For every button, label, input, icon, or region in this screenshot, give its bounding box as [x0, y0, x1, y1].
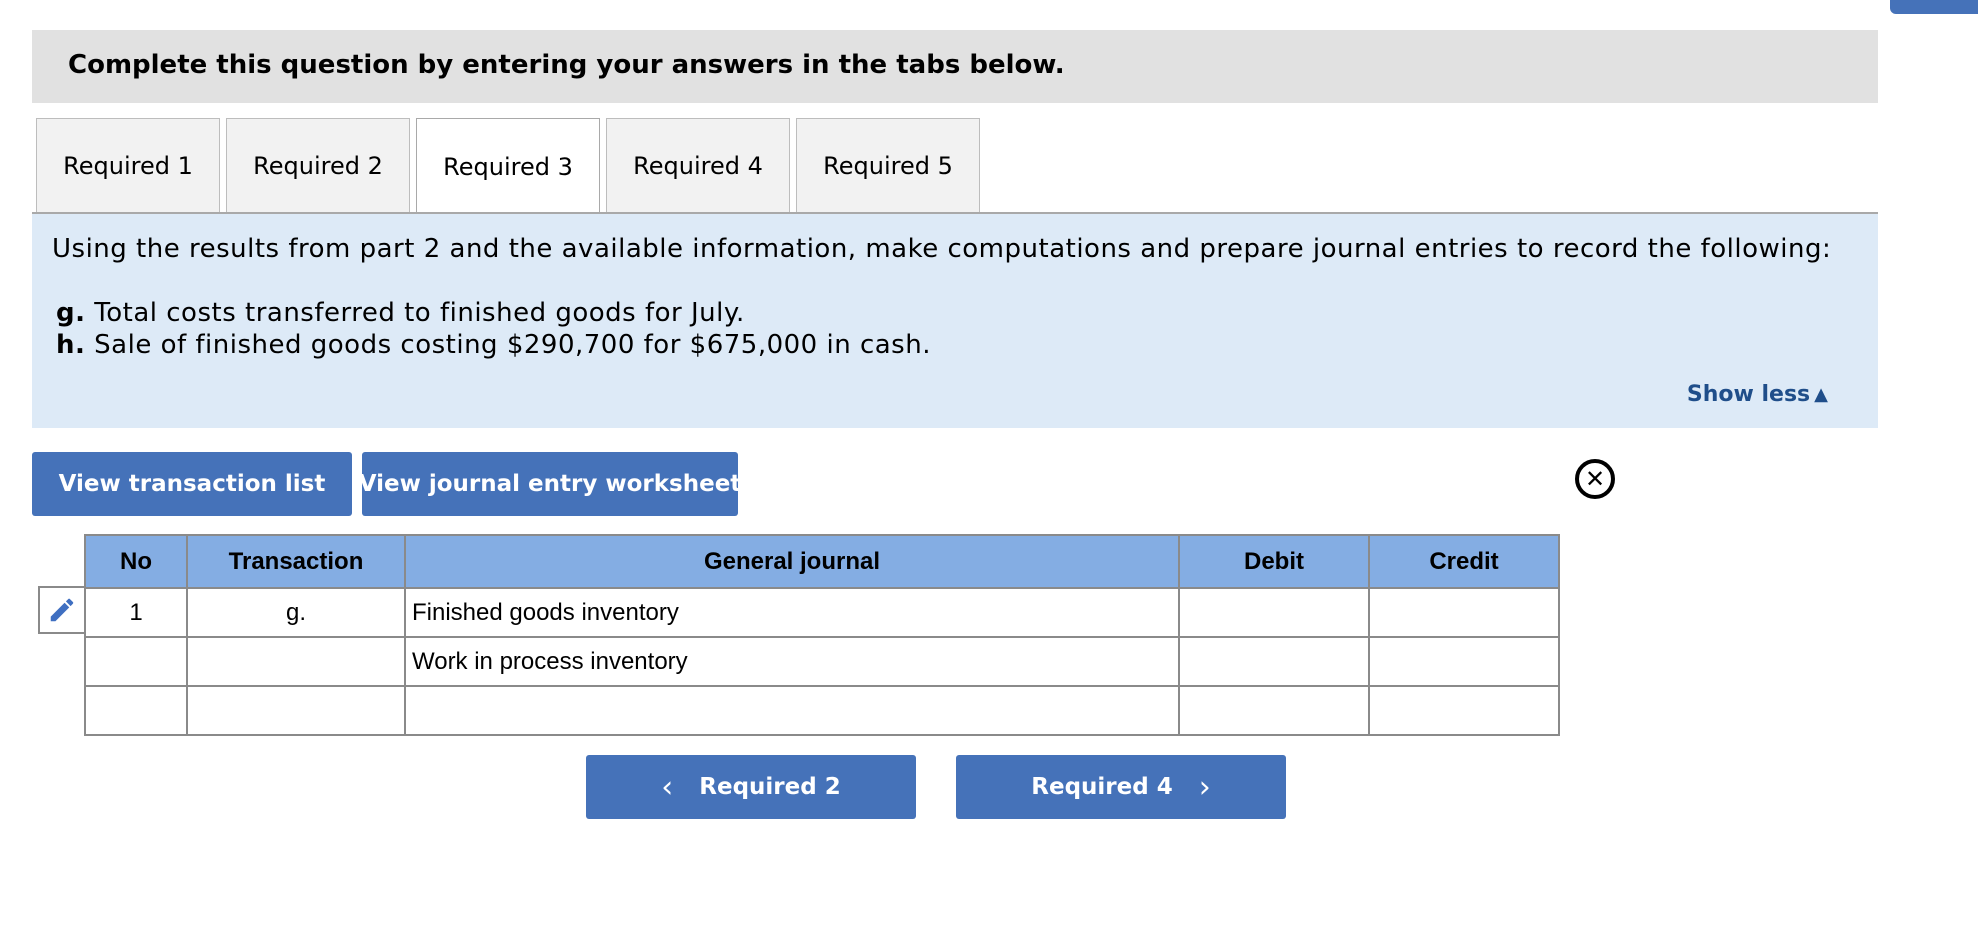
row-debit[interactable]: [1178, 636, 1370, 687]
row-transaction: [186, 685, 406, 736]
row-debit[interactable]: [1178, 587, 1370, 638]
table-row: Work in process inventory: [84, 636, 1560, 687]
question-item-h: h. Sale of finished goods costing $290,7…: [56, 330, 931, 360]
instruction-bar: Complete this question by entering your …: [32, 30, 1878, 103]
row-account[interactable]: Finished goods inventory: [404, 587, 1180, 638]
prev-button-label: Required 2: [699, 774, 841, 800]
row-debit[interactable]: [1178, 685, 1370, 736]
row-account[interactable]: [404, 685, 1180, 736]
question-item-g: g. Total costs transferred to finished g…: [56, 298, 745, 328]
corner-tab[interactable]: [1890, 0, 1978, 14]
next-button-label: Required 4: [1031, 774, 1173, 800]
row-credit[interactable]: [1368, 685, 1560, 736]
tab-required-1[interactable]: Required 1: [36, 118, 220, 212]
column-header-credit: Credit: [1368, 534, 1560, 589]
pencil-icon: [50, 598, 74, 622]
view-journal-entry-worksheet-button[interactable]: View journal entry worksheet: [359, 452, 741, 516]
column-header-debit: Debit: [1178, 534, 1370, 589]
question-item-text: Sale of finished goods costing $290,700 …: [94, 330, 931, 360]
tab-required-2[interactable]: Required 2: [226, 118, 410, 212]
tab-required-4[interactable]: Required 4: [606, 118, 790, 212]
table-header-row: No Transaction General journal Debit Cre…: [84, 534, 1560, 589]
question-info-panel: Using the results from part 2 and the av…: [32, 214, 1878, 428]
table-row: [84, 685, 1560, 736]
column-header-general-journal: General journal: [404, 534, 1180, 589]
view-transaction-list-button[interactable]: View transaction list: [32, 452, 352, 516]
show-less-label: Show less: [1686, 382, 1811, 407]
tab-required-5[interactable]: Required 5: [796, 118, 980, 212]
general-journal-table: No Transaction General journal Debit Cre…: [84, 534, 1560, 736]
next-required-4-button[interactable]: Required 4 ›: [956, 755, 1286, 819]
triangle-up-icon: ▲: [1814, 384, 1828, 405]
chevron-left-icon: ‹: [661, 769, 674, 805]
show-less-link[interactable]: Show less ▲: [1687, 382, 1828, 407]
table-row: 1 g. Finished goods inventory: [84, 587, 1560, 638]
prev-required-2-button[interactable]: ‹ Required 2: [586, 755, 916, 819]
row-transaction: [186, 636, 406, 687]
row-transaction: g.: [186, 587, 406, 638]
close-circle-icon[interactable]: ✕: [1575, 459, 1615, 499]
row-no: 1: [84, 587, 188, 638]
edit-entry-button[interactable]: [38, 586, 86, 634]
question-item-label: g.: [56, 298, 86, 328]
row-no: [84, 685, 188, 736]
row-no: [84, 636, 188, 687]
question-intro: Using the results from part 2 and the av…: [52, 234, 1832, 264]
column-header-transaction: Transaction: [186, 534, 406, 589]
tab-required-3[interactable]: Required 3: [416, 118, 600, 214]
row-credit[interactable]: [1368, 636, 1560, 687]
question-item-label: h.: [56, 330, 86, 360]
row-account[interactable]: Work in process inventory: [404, 636, 1180, 687]
row-credit[interactable]: [1368, 587, 1560, 638]
instruction-text: Complete this question by entering your …: [68, 50, 1065, 80]
column-header-no: No: [84, 534, 188, 589]
chevron-right-icon: ›: [1198, 769, 1211, 805]
question-item-text: Total costs transferred to finished good…: [94, 298, 745, 328]
